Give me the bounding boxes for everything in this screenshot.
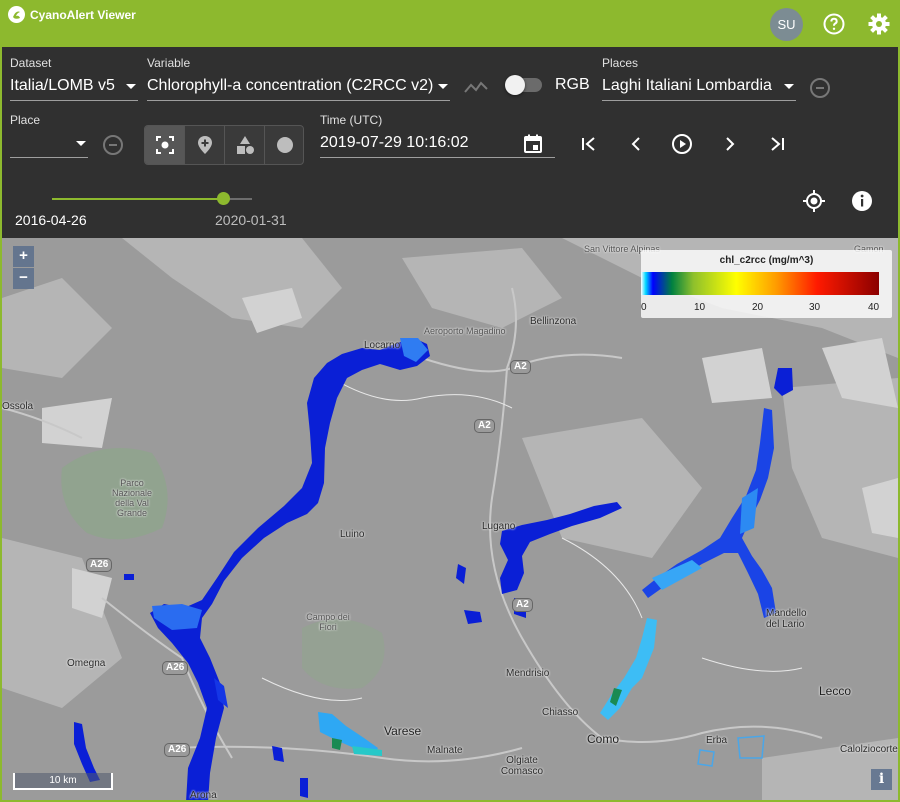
place-select[interactable] (10, 132, 88, 158)
time-label: Time (UTC) (320, 113, 383, 127)
chevron-down-icon (126, 84, 136, 89)
map-label-arona: Arona (190, 790, 217, 801)
app-window: CyanoAlert Viewer SU Dataset Italia/LOMB… (0, 0, 900, 802)
focus-select-icon (156, 136, 174, 154)
legend-tick: 40 (868, 302, 880, 313)
map-label-parco: Parco Nazionale della Val Grande (111, 478, 153, 518)
map-label-como: Como (587, 732, 620, 746)
last-step-icon[interactable] (766, 133, 788, 155)
map-label-mendrisio: Mendrisio (506, 668, 550, 679)
next-step-icon[interactable] (719, 133, 741, 155)
scale-bar: 10 km (13, 773, 113, 790)
road-shield-a26: A26 (162, 661, 189, 675)
map-label-locarno: Locarno (364, 340, 401, 351)
map-label-aeroporto: Aeroporto Magadino (424, 326, 506, 336)
places-label: Places (602, 56, 639, 70)
road-shield-a2: A2 (510, 360, 531, 374)
zoom-in-button[interactable]: + (13, 246, 34, 267)
map-label-omegna: Omegna (67, 658, 106, 669)
dataset-label: Dataset (10, 56, 52, 70)
rgb-toggle-thumb[interactable] (505, 75, 525, 95)
map-tool-group (144, 125, 304, 165)
timeseries-chart-icon[interactable] (464, 79, 488, 95)
remove-place-icon[interactable] (103, 135, 123, 155)
settings-gear-icon[interactable] (867, 12, 891, 36)
app-logo-icon (8, 6, 25, 23)
map-label-lecco: Lecco (819, 684, 852, 698)
legend-tick: 20 (752, 302, 764, 313)
map-label-bellinzona: Bellinzona (530, 316, 577, 327)
road-shield-a2: A2 (474, 419, 495, 433)
rgb-label: RGB (555, 76, 590, 93)
places-select[interactable]: Laghi Italiani Lombardia (602, 75, 796, 101)
map-label-chiasso: Chiasso (542, 707, 579, 718)
locate-me-icon[interactable] (802, 189, 826, 213)
app-bar: CyanoAlert Viewer SU (2, 0, 898, 47)
variable-value: Chlorophyll-a concentration (C2RCC v2) (147, 77, 434, 94)
previous-step-icon[interactable] (625, 133, 647, 155)
select-tool-button[interactable] (145, 126, 185, 164)
map-label-malnate: Malnate (427, 745, 463, 756)
map-label-campo: Campo dei Fiori (306, 612, 350, 632)
map-label-varese: Varese (384, 724, 422, 738)
map-label-erba: Erba (706, 735, 728, 746)
legend-title: chl_c2rcc (mg/m^3) (719, 255, 814, 266)
add-circle-tool-button[interactable] (265, 126, 303, 164)
map-view[interactable]: Locarno Aeroporto Magadino Bellinzona Sa… (2, 238, 898, 801)
map-label-calolziocorte: Calolziocorte (840, 744, 898, 755)
colorbar-legend: chl_c2rcc (mg/m^3) 0 10 20 30 40 (641, 250, 892, 318)
time-slider-start: 2016-04-26 (15, 212, 87, 228)
remove-places-icon[interactable] (810, 78, 830, 98)
play-icon[interactable] (671, 133, 693, 155)
variable-select[interactable]: Chlorophyll-a concentration (C2RCC v2) (147, 75, 450, 101)
calendar-icon[interactable] (522, 133, 544, 155)
chevron-down-icon (76, 141, 86, 146)
time-input[interactable]: 2019-07-29 10:16:02 (320, 132, 555, 158)
first-step-icon[interactable] (578, 133, 600, 155)
control-panel: Dataset Italia/LOMB v5 Variable Chloroph… (2, 47, 898, 238)
time-slider-end: 2020-01-31 (215, 212, 287, 228)
add-polygon-tool-button[interactable] (225, 126, 265, 164)
map-label-lugano: Lugano (482, 521, 516, 532)
road-shield-a26: A26 (86, 558, 113, 572)
places-value: Laghi Italiani Lombardia (602, 77, 772, 94)
road-shield-a26: A26 (164, 743, 191, 757)
info-icon[interactable] (850, 189, 874, 213)
user-avatar[interactable]: SU (770, 8, 803, 41)
map-basemap (2, 238, 898, 800)
add-point-tool-button[interactable] (185, 126, 225, 164)
add-location-icon (198, 136, 212, 154)
map-label-ossola: Ossola (2, 401, 34, 412)
legend-tick: 10 (694, 302, 706, 313)
legend-color-ramp (641, 272, 879, 295)
dataset-select[interactable]: Italia/LOMB v5 (10, 75, 138, 101)
shapes-icon (237, 136, 254, 154)
time-slider-thumb[interactable] (217, 192, 230, 205)
chevron-down-icon (438, 84, 448, 89)
map-label-luino: Luino (340, 529, 365, 540)
attribution-info-button[interactable]: i (871, 769, 892, 790)
zoom-control: + − (13, 246, 34, 290)
dataset-value: Italia/LOMB v5 (10, 77, 115, 94)
circle-icon (277, 137, 293, 153)
map-label-mandello: Mandello del Lario (766, 608, 807, 630)
legend-tick: 30 (809, 302, 821, 313)
time-value: 2019-07-29 10:16:02 (320, 134, 469, 151)
zoom-out-button[interactable]: − (13, 268, 34, 289)
variable-label: Variable (147, 56, 191, 70)
app-title: CyanoAlert Viewer (30, 8, 136, 22)
legend-tick: 0 (641, 302, 647, 313)
place-label: Place (10, 113, 41, 127)
chevron-down-icon (784, 84, 794, 89)
help-icon[interactable] (822, 12, 846, 36)
map-label-olgiate: Olgiate Comasco (500, 755, 544, 777)
road-shield-a2: A2 (512, 598, 533, 612)
